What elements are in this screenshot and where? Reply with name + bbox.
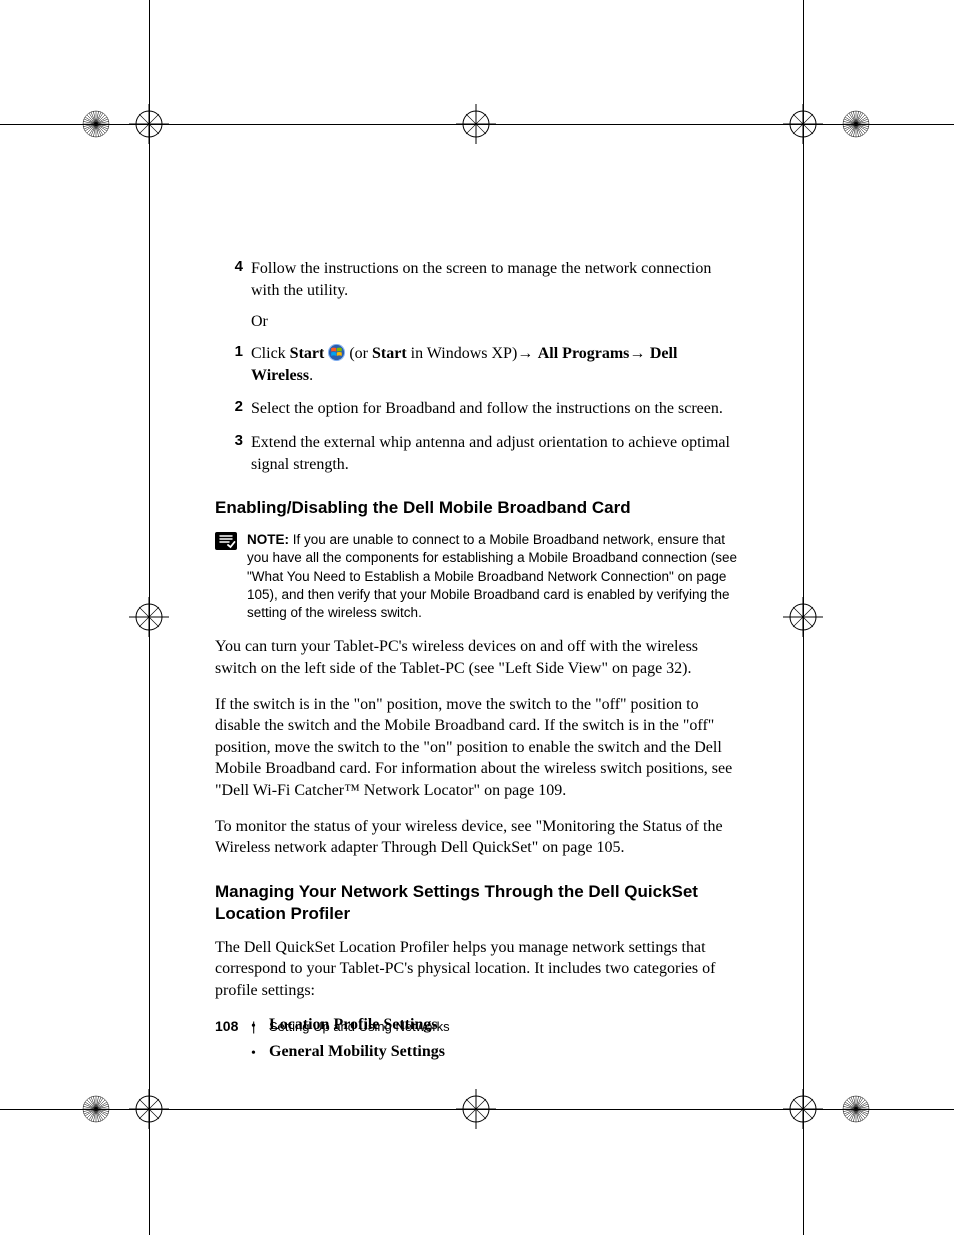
paragraph: If the switch is in the "on" position, m… (215, 694, 740, 802)
or-divider: Or (251, 313, 740, 331)
note-block: NOTE: If you are unable to connect to a … (215, 531, 740, 622)
step-1: 1 Click Start (or Start in Windows XP)→ … (215, 343, 740, 386)
step-2: 2 Select the option for Broadband and fo… (215, 398, 740, 420)
bullet-dot: • (251, 1043, 269, 1064)
page-content: 4 Follow the instructions on the screen … (215, 258, 740, 1070)
paragraph: To monitor the status of your wireless d… (215, 816, 740, 859)
page-number: 108 (215, 1018, 238, 1034)
windows-start-icon (328, 344, 345, 361)
paragraph: You can turn your Tablet-PC's wireless d… (215, 636, 740, 679)
list-item: • General Mobility Settings (251, 1043, 740, 1064)
bullet-text: General Mobility Settings (269, 1043, 445, 1064)
footer-separator: | (252, 1019, 255, 1034)
step-number: 4 (215, 258, 251, 301)
crop-line-left (149, 0, 150, 1235)
heading-quickset: Managing Your Network Settings Through t… (215, 881, 740, 925)
heading-enable-disable: Enabling/Disabling the Dell Mobile Broad… (215, 497, 740, 519)
step-number: 3 (215, 432, 251, 475)
paragraph: The Dell QuickSet Location Profiler help… (215, 937, 740, 1002)
step-number: 2 (215, 398, 251, 420)
crop-line-top (0, 124, 954, 125)
crop-line-bottom (0, 1109, 954, 1110)
page-footer: 108 | Setting Up and Using Networks (215, 1018, 450, 1034)
note-text: NOTE: If you are unable to connect to a … (247, 531, 740, 622)
section-title: Setting Up and Using Networks (269, 1019, 450, 1034)
step-number: 1 (215, 343, 251, 386)
step-text: Extend the external whip antenna and adj… (251, 432, 740, 475)
step-text: Select the option for Broadband and foll… (251, 398, 723, 420)
step-4: 4 Follow the instructions on the screen … (215, 258, 740, 301)
step-text: Click Start (or Start in Windows XP)→ Al… (251, 343, 740, 386)
note-icon (215, 532, 237, 550)
crop-line-right (803, 0, 804, 1235)
step-3: 3 Extend the external whip antenna and a… (215, 432, 740, 475)
step-text: Follow the instructions on the screen to… (251, 258, 740, 301)
